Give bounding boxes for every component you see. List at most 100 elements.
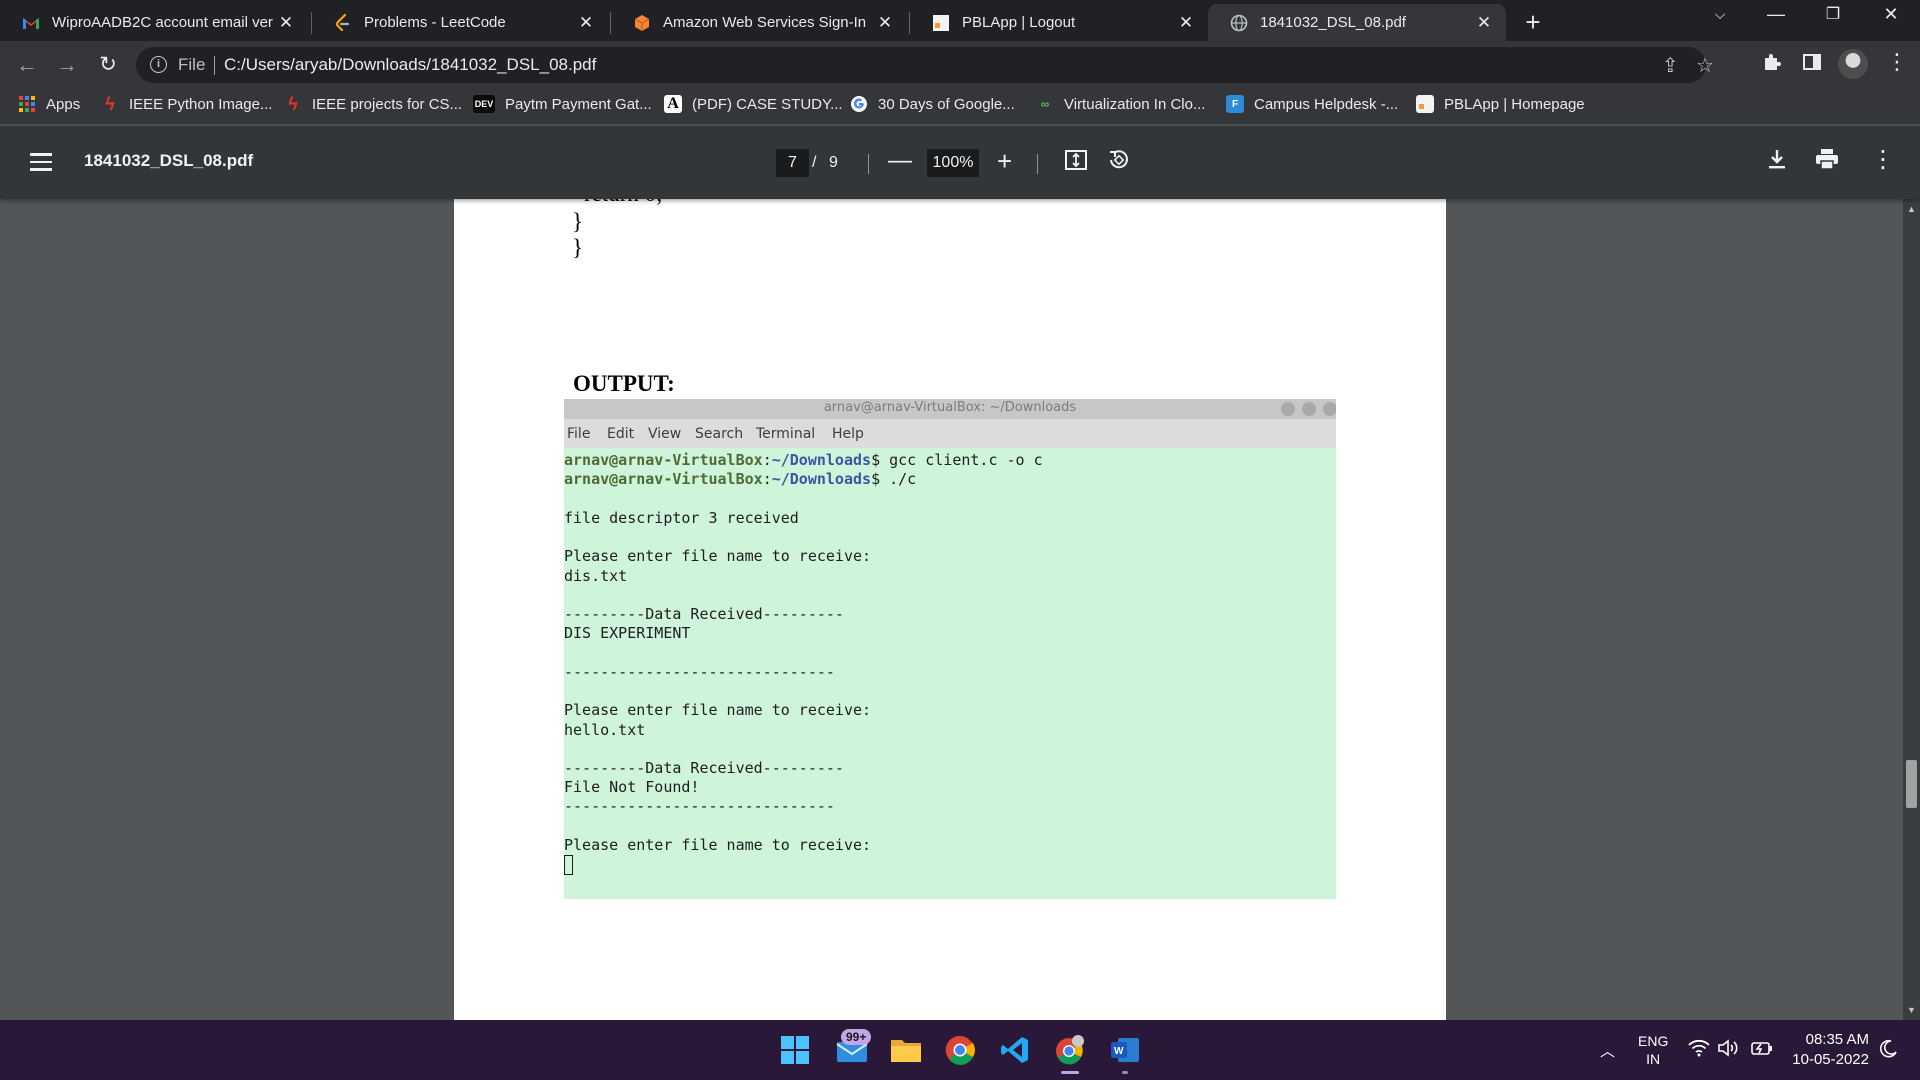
tab-pdf-active[interactable]: 1841032_DSL_08.pdf ✕ bbox=[1208, 4, 1506, 41]
bookmark-label: Virtualization In Clo... bbox=[1064, 95, 1206, 113]
extensions-puzzle-icon[interactable] bbox=[1762, 52, 1782, 78]
gmail-icon bbox=[22, 14, 40, 32]
close-window-button[interactable]: ✕ bbox=[1871, 4, 1911, 25]
terminal-output-line: ------------------------------ bbox=[564, 797, 835, 815]
terminal-output-line: ---------Data Received--------- bbox=[564, 605, 844, 623]
profile-avatar[interactable] bbox=[1838, 49, 1868, 79]
vscode-icon[interactable] bbox=[997, 1032, 1033, 1068]
tab-aws[interactable]: Amazon Web Services Sign-In ✕ bbox=[611, 4, 907, 41]
wifi-icon[interactable] bbox=[1688, 1039, 1710, 1061]
tab-leetcode[interactable]: Problems - LeetCode ✕ bbox=[312, 4, 608, 41]
volume-icon[interactable] bbox=[1717, 1039, 1739, 1061]
scroll-down-arrow-icon[interactable]: ▼ bbox=[1903, 1005, 1920, 1015]
terminal-minimize-icon bbox=[1281, 402, 1295, 416]
download-icon[interactable] bbox=[1766, 148, 1788, 176]
bookmark-ieee-python[interactable]: ϟ IEEE Python Image... bbox=[101, 93, 272, 114]
bookmark-label: (PDF) CASE STUDY... bbox=[692, 95, 843, 113]
terminal-output-line: ---------Data Received--------- bbox=[564, 759, 844, 777]
bookmark-campus-helpdesk[interactable]: F Campus Helpdesk -... bbox=[1226, 95, 1398, 113]
zoom-level-input[interactable]: 100% bbox=[927, 149, 979, 177]
terminal-output-line: File Not Found! bbox=[564, 778, 700, 796]
forward-arrow-icon[interactable]: → bbox=[53, 51, 81, 79]
back-arrow-icon[interactable]: ← bbox=[13, 51, 41, 79]
tab-title: 1841032_DSL_08.pdf bbox=[1260, 14, 1406, 31]
bookmark-pblapp-home[interactable]: PBLApp | Homepage bbox=[1416, 95, 1585, 113]
bookmark-case-study[interactable]: A (PDF) CASE STUDY... bbox=[664, 95, 843, 113]
browser-toolbar: ← → ↻ i File C:/Users/aryab/Downloads/18… bbox=[0, 41, 1920, 89]
scrollbar-thumb[interactable] bbox=[1906, 760, 1917, 808]
more-options-icon[interactable]: ⋮ bbox=[1871, 145, 1895, 174]
zoom-out-button[interactable]: — bbox=[888, 147, 912, 175]
language-indicator[interactable]: ENG IN bbox=[1638, 1032, 1668, 1068]
bookmark-apps[interactable]: Apps bbox=[18, 95, 80, 113]
terminal-maximize-icon bbox=[1302, 402, 1316, 416]
side-panel-icon[interactable] bbox=[1802, 52, 1822, 78]
google-icon bbox=[850, 95, 868, 113]
bookmark-label: Apps bbox=[46, 95, 81, 113]
address-divider bbox=[214, 56, 215, 75]
terminal-command-line: arnav@arnav-VirtualBox:~/Downloads$ ./c bbox=[564, 470, 917, 488]
terminal-output-line: Please enter file name to receive: bbox=[564, 701, 872, 719]
close-tab-icon[interactable]: ✕ bbox=[1474, 13, 1494, 33]
close-tab-icon[interactable]: ✕ bbox=[875, 13, 895, 33]
info-icon[interactable]: i bbox=[150, 56, 167, 73]
language-secondary: IN bbox=[1646, 1051, 1661, 1067]
tray-overflow-chevron-icon[interactable]: ︿ bbox=[1600, 1040, 1615, 1061]
terminal-menu-view: View bbox=[648, 426, 682, 442]
pdf-filename: 1841032_DSL_08.pdf bbox=[84, 151, 254, 170]
bookmark-label: PBLApp | Homepage bbox=[1444, 95, 1585, 113]
share-icon[interactable]: ⇪ bbox=[1662, 53, 1679, 78]
chrome-profile-icon[interactable] bbox=[1052, 1032, 1088, 1068]
bookmark-ieee-projects[interactable]: ϟ IEEE projects for CS... bbox=[284, 94, 462, 114]
pblapp-icon bbox=[1416, 95, 1434, 113]
scroll-up-arrow-icon[interactable]: ▲ bbox=[1903, 204, 1920, 214]
tab-strip: WiproAADB2C account email ver ✕ Problems… bbox=[0, 0, 1920, 41]
windows-start-icon[interactable] bbox=[777, 1032, 813, 1068]
print-icon[interactable] bbox=[1815, 148, 1839, 176]
chrome-icon[interactable] bbox=[942, 1032, 978, 1068]
hamburger-menu-icon[interactable] bbox=[30, 153, 52, 171]
fit-page-icon[interactable] bbox=[1064, 148, 1088, 178]
url-text[interactable]: C:/Users/aryab/Downloads/1841032_DSL_08.… bbox=[224, 55, 596, 75]
browser-menu-icon[interactable]: ⋮ bbox=[1886, 49, 1908, 75]
tab-search-chevron-icon[interactable]: ⌵ bbox=[1700, 6, 1740, 23]
toolbar-divider bbox=[1037, 154, 1038, 174]
bookmark-paytm[interactable]: DEV Paytm Payment Gat... bbox=[473, 95, 652, 113]
zoom-in-button[interactable]: + bbox=[997, 146, 1012, 177]
pdf-scrollbar[interactable]: ▲ ▼ bbox=[1903, 199, 1920, 1020]
terminal-output-line: Please enter file name to receive: bbox=[564, 836, 872, 854]
rotate-icon[interactable] bbox=[1107, 148, 1131, 178]
page-number-input[interactable]: 7 bbox=[776, 149, 809, 177]
word-icon[interactable]: W bbox=[1107, 1032, 1143, 1068]
ieee-red-icon: ϟ bbox=[105, 93, 115, 114]
terminal-close-icon bbox=[1323, 402, 1336, 416]
clock[interactable]: 08:35 AM 10-05-2022 bbox=[1785, 1030, 1869, 1070]
bookmark-star-icon[interactable]: ☆ bbox=[1696, 53, 1714, 78]
svg-text:W: W bbox=[1114, 1046, 1124, 1057]
bookmark-30-days-google[interactable]: 30 Days of Google... bbox=[850, 95, 1015, 113]
tab-wipro[interactable]: WiproAADB2C account email ver ✕ bbox=[0, 4, 308, 41]
focus-moon-icon[interactable] bbox=[1878, 1039, 1898, 1063]
minimize-button[interactable]: — bbox=[1756, 4, 1796, 25]
new-tab-button[interactable]: + bbox=[1518, 7, 1548, 38]
restore-button[interactable]: ❐ bbox=[1813, 4, 1853, 24]
total-pages: 9 bbox=[829, 154, 838, 171]
close-tab-icon[interactable]: ✕ bbox=[1176, 13, 1196, 33]
close-tab-icon[interactable]: ✕ bbox=[576, 13, 596, 33]
bookmark-virtualization[interactable]: ∞ Virtualization In Clo... bbox=[1036, 95, 1206, 113]
terminal-output-line: DIS EXPERIMENT bbox=[564, 624, 691, 642]
command-text: $ ./c bbox=[871, 470, 917, 488]
apps-grid-icon bbox=[18, 95, 36, 113]
battery-charging-icon[interactable] bbox=[1750, 1039, 1774, 1061]
terminal-menu-terminal: Terminal bbox=[756, 426, 816, 442]
clock-time: 08:35 AM bbox=[1805, 1031, 1869, 1048]
reload-icon[interactable]: ↻ bbox=[94, 51, 122, 79]
file-explorer-icon[interactable] bbox=[888, 1032, 924, 1068]
close-tab-icon[interactable]: ✕ bbox=[276, 13, 296, 33]
terminal-menu-help: Help bbox=[832, 426, 864, 442]
tab-pblapp-logout[interactable]: PBLApp | Logout ✕ bbox=[910, 4, 1208, 41]
language-primary: ENG bbox=[1638, 1033, 1669, 1049]
terminal-cursor bbox=[564, 855, 573, 875]
address-bar[interactable]: i File C:/Users/aryab/Downloads/1841032_… bbox=[136, 47, 1714, 83]
pdf-toolbar: 1841032_DSL_08.pdf 7 / 9 — 100% + ⋮ bbox=[0, 126, 1920, 199]
